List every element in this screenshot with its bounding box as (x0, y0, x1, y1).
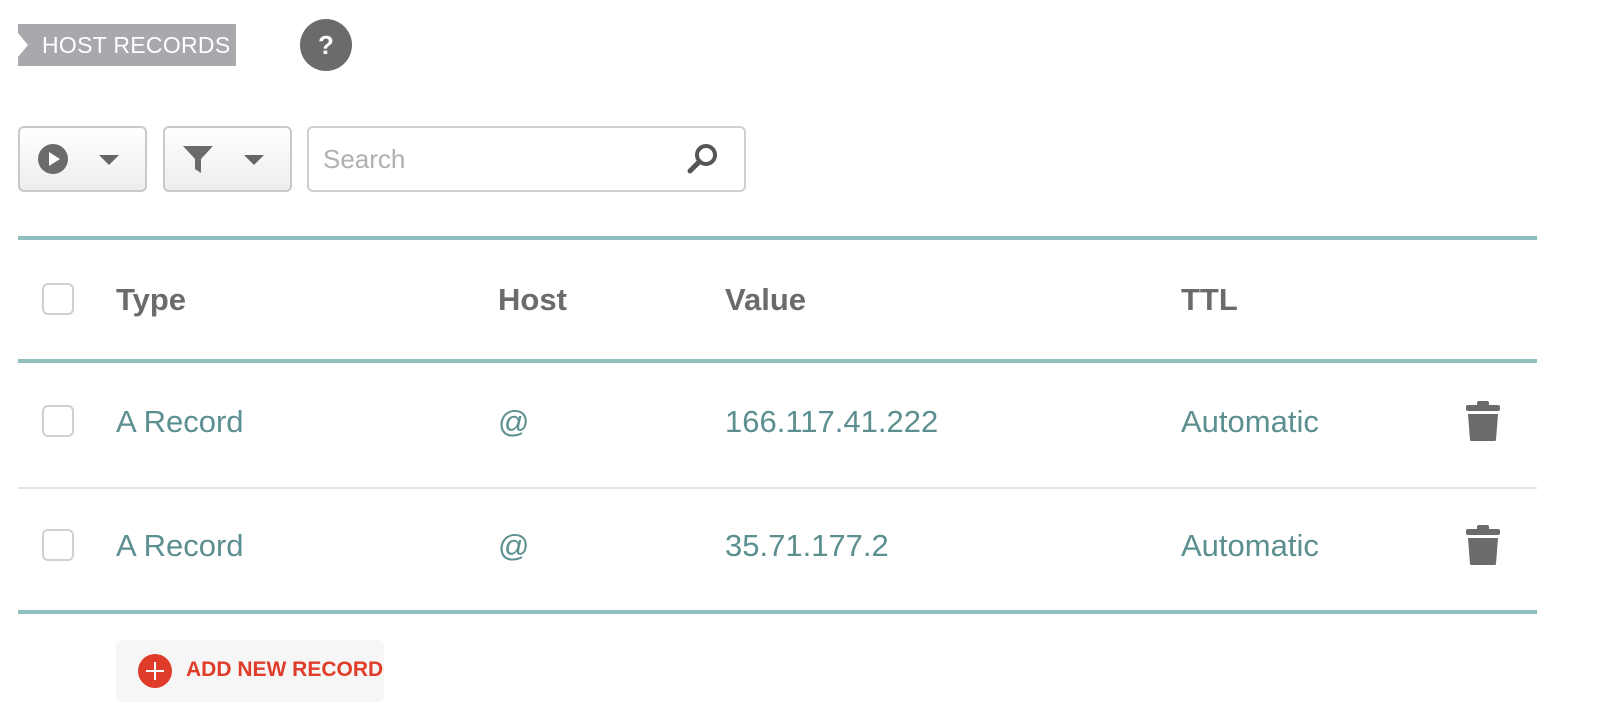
search-field (307, 126, 746, 192)
record-type[interactable]: A Record (116, 404, 244, 440)
section-title: HOST RECORDS (18, 24, 236, 66)
record-host[interactable]: @ (498, 528, 529, 564)
trash-icon[interactable] (1465, 524, 1501, 566)
row-checkbox[interactable] (42, 405, 74, 437)
record-ttl[interactable]: Automatic (1181, 528, 1319, 564)
chevron-down-icon (99, 155, 119, 165)
column-header-value[interactable]: Value (725, 282, 806, 318)
table-bottom-rule (18, 610, 1537, 614)
column-header-host[interactable]: Host (498, 282, 567, 318)
add-circle-icon (138, 654, 172, 688)
host-records-panel: HOST RECORDS ? Type Host Value TTL A Rec… (0, 0, 1600, 728)
search-icon[interactable] (686, 142, 720, 176)
help-button[interactable]: ? (300, 19, 352, 71)
add-new-record-label: ADD NEW RECORD (186, 658, 384, 681)
table-header-rule (18, 359, 1537, 363)
actions-dropdown-button[interactable] (18, 126, 147, 192)
filter-funnel-icon (183, 146, 213, 173)
record-ttl[interactable]: Automatic (1181, 404, 1319, 440)
record-value[interactable]: 166.117.41.222 (725, 404, 938, 440)
record-type[interactable]: A Record (116, 528, 244, 564)
select-all-checkbox[interactable] (42, 283, 74, 315)
chevron-down-icon (244, 155, 264, 165)
play-circle-icon (38, 144, 68, 174)
column-header-type[interactable]: Type (116, 282, 186, 318)
filter-dropdown-button[interactable] (163, 126, 292, 192)
row-checkbox[interactable] (42, 529, 74, 561)
search-input[interactable] (323, 138, 663, 180)
row-divider (18, 487, 1537, 489)
column-header-ttl[interactable]: TTL (1181, 282, 1238, 318)
record-host[interactable]: @ (498, 404, 529, 440)
record-value[interactable]: 35.71.177.2 (725, 528, 889, 564)
add-new-record-button[interactable]: ADD NEW RECORD (116, 640, 384, 702)
trash-icon[interactable] (1465, 400, 1501, 442)
table-top-rule (18, 236, 1537, 240)
